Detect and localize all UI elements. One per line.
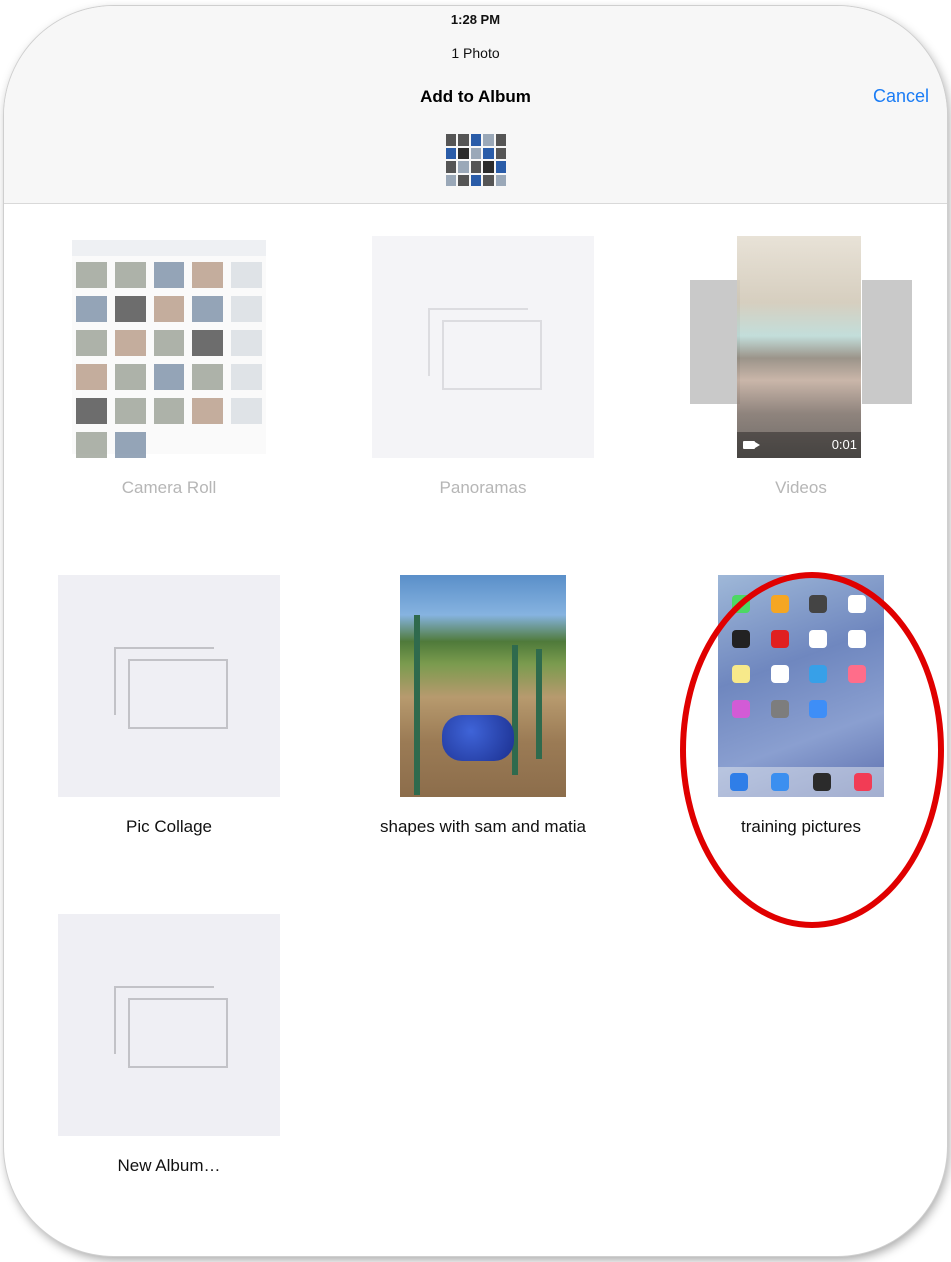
album-cover[interactable]	[58, 575, 280, 797]
album-training-pictures[interactable]: training pictures	[690, 575, 912, 837]
album-placeholder-icon	[114, 647, 228, 729]
album-label: training pictures	[740, 817, 861, 836]
album-cover[interactable]	[372, 575, 594, 797]
playground-photo-thumbnail	[400, 575, 566, 797]
photo-grid-thumbnail	[72, 240, 266, 458]
video-camera-icon	[743, 441, 760, 449]
album-cover	[372, 236, 594, 458]
selection-count: 1 Photo	[451, 45, 500, 61]
cancel-button[interactable]: Cancel	[873, 86, 929, 107]
navigation-header: 1:28 PM 1 Photo Add to Album Cancel	[4, 6, 947, 204]
album-cover	[58, 236, 280, 458]
album-placeholder-icon	[428, 308, 542, 390]
album-label: Camera Roll	[121, 478, 217, 497]
album-shapes-with-sam-and-matia[interactable]: shapes with sam and matia	[372, 575, 594, 837]
album-label: New Album…	[117, 1156, 221, 1175]
status-time: 1:28 PM	[450, 12, 501, 27]
album-new-album[interactable]: New Album…	[58, 914, 280, 1176]
page-title: Add to Album	[420, 87, 531, 106]
album-cover: 0:01	[690, 236, 912, 458]
album-cover[interactable]	[58, 914, 280, 1136]
album-label: shapes with sam and matia	[380, 817, 586, 836]
album-videos: 0:01 Videos	[690, 236, 912, 498]
album-panoramas: Panoramas	[372, 236, 594, 498]
album-label: Videos	[775, 478, 827, 497]
album-placeholder-icon	[114, 986, 228, 1068]
ipad-screen: 1:28 PM 1 Photo Add to Album Cancel Came…	[4, 6, 947, 1256]
album-cover[interactable]	[690, 575, 912, 797]
selected-photo-thumbnail	[446, 134, 506, 186]
ipad-homescreen-thumbnail	[718, 575, 884, 797]
video-thumbnail: 0:01	[690, 236, 912, 458]
album-label: Pic Collage	[126, 817, 212, 836]
album-camera-roll: Camera Roll	[58, 236, 280, 498]
album-pic-collage[interactable]: Pic Collage	[58, 575, 280, 837]
video-duration: 0:01	[831, 437, 857, 452]
album-label: Panoramas	[439, 478, 527, 497]
